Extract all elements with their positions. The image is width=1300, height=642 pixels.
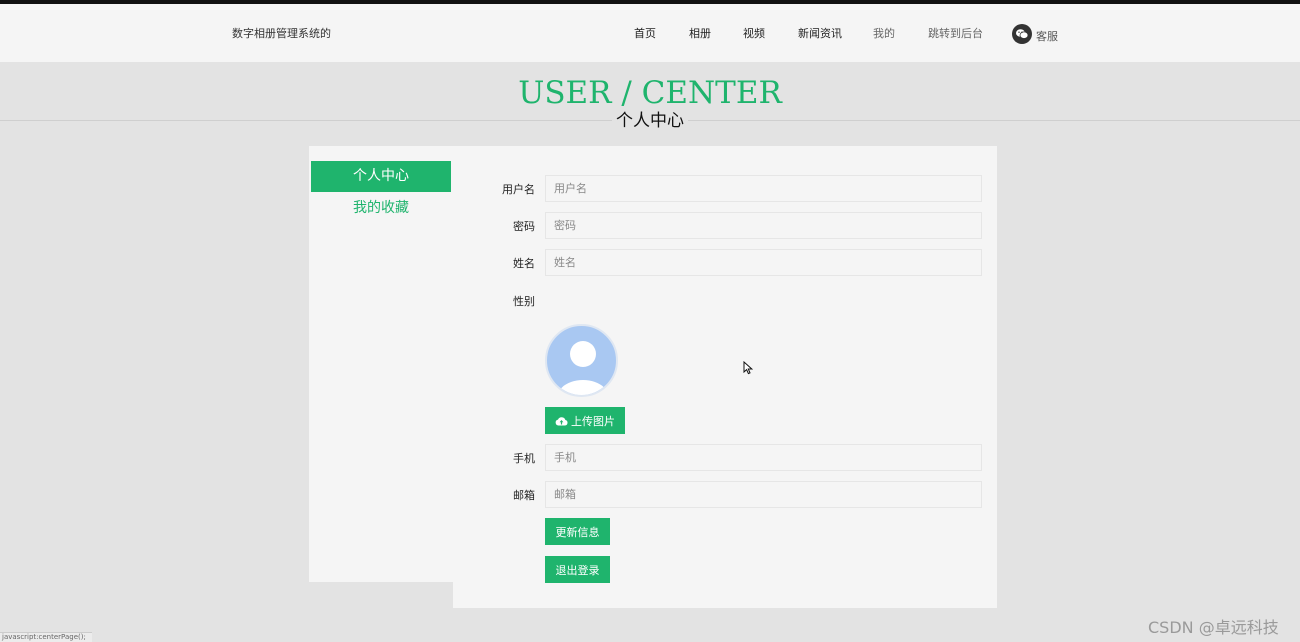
cloud-upload-icon bbox=[555, 416, 568, 426]
password-label: 密码 bbox=[513, 220, 535, 233]
username-label: 用户名 bbox=[502, 183, 535, 196]
page-subtitle-wrap: 个人中心 bbox=[0, 111, 1300, 131]
avatar bbox=[545, 324, 618, 397]
username-input[interactable] bbox=[545, 175, 982, 202]
phone-input[interactable] bbox=[545, 444, 982, 471]
nav-mine[interactable]: 我的 bbox=[873, 25, 895, 41]
watermark: CSDN @卓远科技 bbox=[1148, 618, 1279, 637]
page-title: USER / CENTER bbox=[518, 75, 782, 111]
phone-label: 手机 bbox=[513, 452, 535, 465]
upload-image-button[interactable]: 上传图片 bbox=[545, 407, 625, 434]
name-label: 姓名 bbox=[513, 257, 535, 270]
top-header: 数字相册管理系统的 首页 相册 视频 新闻资讯 我的 跳转到后台 客服 bbox=[0, 4, 1300, 62]
logout-button[interactable]: 退出登录 bbox=[545, 556, 610, 583]
sidebar-item-profile[interactable]: 个人中心 bbox=[311, 161, 451, 192]
customer-service-link[interactable]: 客服 bbox=[1012, 20, 1058, 44]
email-label: 邮箱 bbox=[513, 489, 535, 502]
nav-albums[interactable]: 相册 bbox=[689, 25, 711, 41]
email-input[interactable] bbox=[545, 481, 982, 508]
nav-videos[interactable]: 视频 bbox=[743, 25, 765, 41]
name-input[interactable] bbox=[545, 249, 982, 276]
browser-status-bar: javascript:centerPage(); bbox=[0, 632, 92, 642]
nav-news[interactable]: 新闻资讯 bbox=[798, 25, 842, 41]
nav-home[interactable]: 首页 bbox=[634, 25, 656, 41]
nav-backend[interactable]: 跳转到后台 bbox=[928, 25, 983, 41]
user-sidebar: 个人中心 我的收藏 bbox=[309, 146, 453, 582]
mouse-cursor-icon bbox=[743, 360, 754, 379]
page-subtitle: 个人中心 bbox=[612, 111, 688, 131]
gender-label: 性别 bbox=[513, 295, 535, 308]
customer-service-label: 客服 bbox=[1036, 30, 1058, 43]
site-title: 数字相册管理系统的 bbox=[232, 27, 331, 40]
upload-image-label: 上传图片 bbox=[571, 414, 615, 428]
wechat-icon bbox=[1012, 24, 1032, 44]
password-input[interactable] bbox=[545, 212, 982, 239]
update-info-button[interactable]: 更新信息 bbox=[545, 518, 610, 545]
sidebar-item-favorites[interactable]: 我的收藏 bbox=[311, 193, 451, 224]
